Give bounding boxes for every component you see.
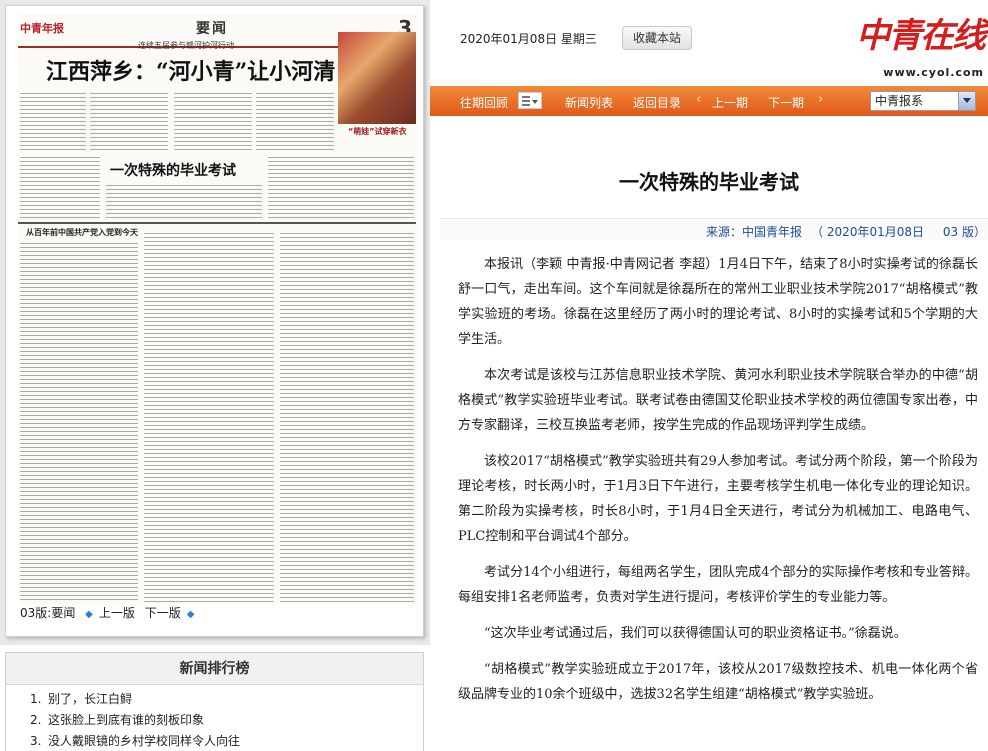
article-page: 03 版） — [942, 225, 986, 239]
ranking-item[interactable]: 1. 别了，长江白鲟 — [30, 689, 423, 710]
issue-navbar: 往期回顾 新闻列表 返回目录 ‹ 上一期 下一期 › 中青报系 — [430, 86, 988, 116]
article-body: 本报讯（李颖 中青报·中青网记者 李超）1月4日下午，结束了8小时实操考试的徐磊… — [458, 252, 978, 718]
article-paragraph: 该校2017“胡格模式”教学实验班共有29人参加考试。考试分两个阶段，第一个阶段… — [458, 454, 978, 544]
current-page-label[interactable]: 03版:要闻 — [20, 606, 75, 620]
news-ranking-box: 新闻排行榜 1. 别了，长江白鲟 2. 这张脸上到底有谁的刻板印象 3. 没人戴眼镜的… — [5, 652, 424, 751]
calendar-picker-icon[interactable] — [518, 92, 542, 109]
paper-series-selected: 中青报系 — [875, 94, 924, 108]
article-paragraph: 考试分14个小组进行，每组两名学生，团队完成4个部分的实际操作考核和专业答辩。每… — [458, 565, 978, 605]
arrow-left-icon: ◆ — [85, 609, 93, 620]
paper-text-block[interactable] — [174, 90, 252, 152]
paper-text-block[interactable] — [20, 90, 86, 152]
paper-page-thumbnail[interactable]: 中青年报 要闻 3 连续五届参与赣河护河行动 江西萍乡：“河小青”让小河清 “萌… — [5, 5, 424, 637]
article-paragraph: “这次毕业考试通过后，我们可以获得德国认可的职业资格证书。”徐磊说。 — [484, 626, 907, 641]
chevron-down-icon[interactable] — [958, 92, 975, 110]
next-issue-link[interactable]: 下一期 — [768, 94, 804, 111]
paper-text-block[interactable] — [106, 182, 262, 220]
paper-subheadline: 连续五届参与赣河护河行动 — [138, 41, 234, 50]
paper-text-block[interactable] — [90, 90, 168, 152]
paper-divider — [18, 222, 416, 224]
paper-text-block[interactable] — [144, 230, 274, 602]
news-ranking-title: 新闻排行榜 — [6, 653, 423, 685]
current-date: 2020年01月08日 星期三 — [460, 32, 597, 46]
prev-issue-link[interactable]: 上一期 — [712, 94, 748, 111]
article-date: （ 2020年01月08日 — [811, 225, 924, 239]
paper-headline[interactable]: 江西萍乡：“河小青”让小河清 — [46, 54, 335, 86]
site-url: www.cyol.com — [883, 66, 984, 79]
past-issues-link[interactable]: 往期回顾 — [460, 94, 508, 111]
paper-text-block[interactable] — [268, 154, 414, 220]
back-to-toc-link[interactable]: 返回目录 — [633, 94, 681, 111]
chevron-left-icon: ‹ — [696, 92, 702, 107]
site-logo[interactable]: 中青在线 — [856, 8, 986, 57]
paper-section-title: 要闻 — [196, 21, 228, 37]
article-meta: 来源：中国青年报 （ 2020年01月08日 03 版） — [440, 218, 988, 240]
ranking-item[interactable]: 3. 没人戴眼镜的乡村学校同样令人向往 — [30, 731, 423, 751]
paper-logo: 中青年报 — [20, 22, 64, 35]
paper-text-block[interactable] — [280, 230, 414, 602]
paper-page-nav: 03版:要闻 ◆ 上一版 下一版 ◆ — [20, 604, 200, 621]
site-header: 2020年01月08日 星期三 收藏本站 中青在线 www.cyol.com — [430, 0, 988, 86]
article-paragraph: “胡格模式”教学实验班成立于2017年，该校从2017级数控技术、机电一体化两个… — [458, 662, 978, 702]
bookmark-site-button[interactable]: 收藏本站 — [622, 26, 692, 50]
news-list-link[interactable]: 新闻列表 — [565, 94, 613, 111]
paper-side-headline[interactable]: 从百年前中国共产党入党到今天 — [26, 227, 138, 238]
paper-photo[interactable] — [338, 32, 416, 124]
paper-preview-panel: 中青年报 要闻 3 连续五届参与赣河护河行动 江西萍乡：“河小青”让小河清 “萌… — [0, 0, 430, 645]
article-source: 来源：中国青年报 — [705, 225, 802, 239]
paper-article-headline[interactable]: 一次特殊的毕业考试 — [110, 160, 236, 180]
paper-text-block[interactable] — [20, 154, 100, 220]
ranking-item-link[interactable]: 没人戴眼镜的乡村学校同样令人向往 — [48, 734, 240, 748]
ranking-item[interactable]: 2. 这张脸上到底有谁的刻板印象 — [30, 710, 423, 731]
arrow-right-icon: ◆ — [186, 609, 195, 620]
news-ranking-list: 1. 别了，长江白鲟 2. 这张脸上到底有谁的刻板印象 3. 没人戴眼镜的乡村学校同样… — [6, 685, 423, 751]
paper-text-block[interactable] — [256, 90, 334, 152]
paper-scan-image[interactable]: 中青年报 要闻 3 连续五届参与赣河护河行动 江西萍乡：“河小青”让小河清 “萌… — [18, 14, 416, 604]
chevron-right-icon: › — [818, 92, 824, 107]
paper-series-select[interactable]: 中青报系 — [870, 91, 976, 111]
article-paragraph: 本报讯（李颖 中青报·中青网记者 李超）1月4日下午，结束了8小时实操考试的徐磊… — [458, 257, 978, 347]
paper-photo-caption: “萌娃”试穿新衣 — [348, 127, 407, 136]
prev-page-link[interactable]: 上一版 — [99, 606, 135, 620]
ranking-item-link[interactable]: 别了，长江白鲟 — [48, 692, 132, 706]
article-title: 一次特殊的毕业考试 — [619, 170, 799, 194]
article-paragraph: 本次考试是该校与江苏信息职业技术学院、黄河水利职业技术学院联合举办的中德“胡格模… — [458, 368, 978, 433]
next-page-link[interactable]: 下一版 — [145, 606, 181, 620]
ranking-item-link[interactable]: 这张脸上到底有谁的刻板印象 — [48, 713, 204, 727]
paper-text-block[interactable] — [20, 240, 138, 602]
